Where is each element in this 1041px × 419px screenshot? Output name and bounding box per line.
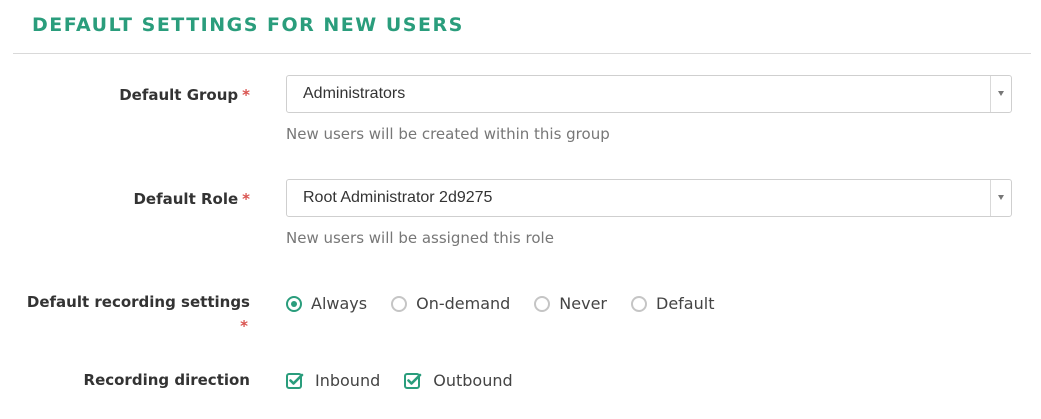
radio-option-always[interactable]: Always (286, 294, 367, 313)
default-role-select[interactable]: Root Administrator 2d9275 (286, 179, 1012, 217)
recording-settings-label: Default recording settings (26, 293, 250, 311)
recording-settings-radio-group: Always On-demand Never Default (286, 294, 738, 313)
checkbox-option-inbound[interactable]: Inbound (286, 371, 380, 390)
default-group-help: New users will be created within this gr… (286, 125, 610, 143)
default-group-select[interactable]: Administrators (286, 75, 1012, 113)
recording-direction-label: Recording direction (83, 371, 250, 389)
checkbox-option-outbound[interactable]: Outbound (404, 371, 513, 390)
default-role-label: Default Role * (133, 190, 250, 208)
default-role-value: Root Administrator 2d9275 (303, 189, 493, 206)
dropdown-toggle[interactable] (990, 76, 1011, 112)
radio-option-on-demand[interactable]: On-demand (391, 294, 510, 313)
radio-button[interactable] (391, 295, 408, 312)
section-divider (13, 53, 1031, 54)
radio-option-never[interactable]: Never (534, 294, 607, 313)
default-role-help: New users will be assigned this role (286, 229, 554, 247)
radio-option-default[interactable]: Default (631, 294, 714, 313)
chevron-down-icon (998, 195, 1004, 200)
section-title: DEFAULT SETTINGS FOR NEW USERS (32, 14, 464, 36)
chevron-down-icon (998, 91, 1004, 96)
recording-direction-checkbox-group: Inbound Outbound (286, 371, 537, 390)
required-marker: * (240, 317, 248, 335)
default-group-value: Administrators (303, 85, 406, 102)
required-marker: * (242, 190, 250, 208)
radio-button-checked[interactable] (286, 295, 302, 312)
checkbox-checked-icon[interactable] (286, 372, 304, 390)
required-marker: * (242, 86, 250, 104)
dropdown-toggle[interactable] (990, 180, 1011, 216)
default-group-label: Default Group * (119, 86, 250, 104)
radio-button[interactable] (631, 295, 647, 312)
checkbox-checked-icon[interactable] (404, 372, 422, 390)
radio-button[interactable] (534, 295, 551, 312)
